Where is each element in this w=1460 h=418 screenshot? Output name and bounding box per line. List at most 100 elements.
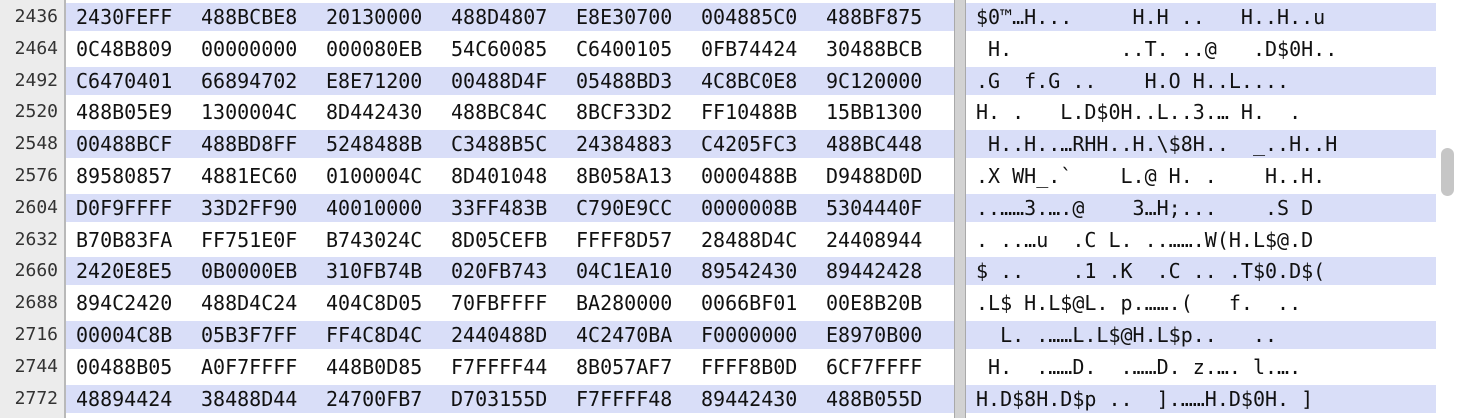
- hex-word[interactable]: 24384883: [576, 130, 701, 158]
- hex-word[interactable]: 00004C8B: [76, 321, 201, 349]
- hex-word[interactable]: FFFF8B0D: [701, 353, 826, 381]
- hex-word[interactable]: 4C2470BA: [576, 321, 701, 349]
- hex-word[interactable]: 9C120000: [826, 67, 951, 95]
- text-row[interactable]: .G f.G .. H.O H..L....: [976, 67, 1289, 95]
- hex-word[interactable]: 48894424: [76, 385, 201, 413]
- hex-word[interactable]: FF10488B: [701, 98, 826, 126]
- hex-word[interactable]: 2440488D: [451, 321, 576, 349]
- hex-word[interactable]: 05B3F7FF: [201, 321, 326, 349]
- hex-word[interactable]: 0C48B809: [76, 35, 201, 63]
- text-row[interactable]: $0™…H... H.H .. H..H..u: [976, 3, 1325, 31]
- hex-word[interactable]: A0F7FFFF: [201, 353, 326, 381]
- hex-word[interactable]: E8E30700: [576, 3, 701, 31]
- hex-row[interactable]: 2420E8E5 0B0000EB 310FB74B 020FB743 04C1EA10…: [76, 257, 951, 285]
- hex-word[interactable]: 89442428: [826, 257, 951, 285]
- hex-row[interactable]: C6470401 66894702 E8E71200 00488D4F 05488BD3…: [76, 67, 951, 95]
- hex-word[interactable]: 89580857: [76, 162, 201, 190]
- hex-word[interactable]: C3488B5C: [451, 130, 576, 158]
- text-row[interactable]: .X WH_.` L.@ H. . H..H.: [976, 162, 1325, 190]
- hex-word[interactable]: 020FB743: [451, 257, 576, 285]
- hex-word[interactable]: 4881EC60: [201, 162, 326, 190]
- hex-word[interactable]: 8D401048: [451, 162, 576, 190]
- hex-word[interactable]: 404C8D05: [326, 289, 451, 317]
- hex-word[interactable]: C790E9CC: [576, 194, 701, 222]
- hex-word[interactable]: 0000008B: [701, 194, 826, 222]
- text-row[interactable]: H. . L.D$0H..L..3.… H. .: [976, 98, 1301, 126]
- hex-word[interactable]: B70B83FA: [76, 226, 201, 254]
- hex-word[interactable]: 4C8BC0E8: [701, 67, 826, 95]
- hex-word[interactable]: 28488D4C: [701, 226, 826, 254]
- hex-word[interactable]: 894C2420: [76, 289, 201, 317]
- hex-row[interactable]: 00488BCF 488BD8FF 5248488B C3488B5C 24384883…: [76, 130, 951, 158]
- hex-word[interactable]: 488BC84C: [451, 98, 576, 126]
- hex-word[interactable]: 15BB1300: [826, 98, 951, 126]
- hex-word[interactable]: 488BD8FF: [201, 130, 326, 158]
- hex-word[interactable]: 24408944: [826, 226, 951, 254]
- hex-word[interactable]: 00488BCF: [76, 130, 201, 158]
- text-row[interactable]: H.D$8H.D$p .. ].……H.D$0H. ]: [976, 385, 1313, 413]
- hex-word[interactable]: F7FFFF44: [451, 353, 576, 381]
- hex-row[interactable]: 00004C8B 05B3F7FF FF4C8D4C 2440488D 4C2470BA…: [76, 321, 951, 349]
- text-row[interactable]: L. .……L.L$@H.L$p.. ..: [976, 321, 1277, 349]
- hex-word[interactable]: 1300004C: [201, 98, 326, 126]
- text-row[interactable]: .L$ H.L$@L. p.…….( f. ..: [976, 289, 1301, 317]
- pane-divider[interactable]: [954, 0, 966, 418]
- hex-word[interactable]: 2430FEFF: [76, 3, 201, 31]
- hex-row[interactable]: 89580857 4881EC60 0100004C 8D401048 8B058A13…: [76, 162, 951, 190]
- hex-row[interactable]: 488B05E9 1300004C 8D442430 488BC84C 8BCF33D2…: [76, 98, 951, 126]
- hex-word[interactable]: 8D442430: [326, 98, 451, 126]
- hex-row[interactable]: 894C2420 488D4C24 404C8D05 70FBFFFF BA280000…: [76, 289, 951, 317]
- hex-word[interactable]: 488BCBE8: [201, 3, 326, 31]
- scrollbar-track[interactable]: [1436, 0, 1460, 418]
- hex-word[interactable]: 2420E8E5: [76, 257, 201, 285]
- hex-word[interactable]: D9488D0D: [826, 162, 951, 190]
- hex-word[interactable]: C4205FC3: [701, 130, 826, 158]
- hex-word[interactable]: 89442430: [701, 385, 826, 413]
- hex-word[interactable]: 00E8B20B: [826, 289, 951, 317]
- hex-row[interactable]: 0C48B809 00000000 000080EB 54C60085 C6400105…: [76, 35, 951, 63]
- hex-word[interactable]: 0FB74424: [701, 35, 826, 63]
- hex-word[interactable]: 30488BCB: [826, 35, 951, 63]
- hex-word[interactable]: 0100004C: [326, 162, 451, 190]
- hex-pane[interactable]: 2430FEFF 488BCBE8 20130000 488D4807 E8E30700…: [66, 0, 954, 418]
- hex-word[interactable]: 000080EB: [326, 35, 451, 63]
- hex-word[interactable]: 89542430: [701, 257, 826, 285]
- hex-word[interactable]: 6CF7FFFF: [826, 353, 951, 381]
- hex-word[interactable]: 488D4807: [451, 3, 576, 31]
- hex-word[interactable]: BA280000: [576, 289, 701, 317]
- hex-row[interactable]: 2430FEFF 488BCBE8 20130000 488D4807 E8E30700…: [76, 3, 951, 31]
- hex-word[interactable]: F7FFFF48: [576, 385, 701, 413]
- hex-word[interactable]: 33FF483B: [451, 194, 576, 222]
- hex-word[interactable]: F0000000: [701, 321, 826, 349]
- hex-word[interactable]: 38488D44: [201, 385, 326, 413]
- hex-word[interactable]: 00000000: [201, 35, 326, 63]
- hex-word[interactable]: 8BCF33D2: [576, 98, 701, 126]
- hex-word[interactable]: 310FB74B: [326, 257, 451, 285]
- hex-word[interactable]: 70FBFFFF: [451, 289, 576, 317]
- hex-word[interactable]: 33D2FF90: [201, 194, 326, 222]
- hex-word[interactable]: E8E71200: [326, 67, 451, 95]
- hex-word[interactable]: 8B058A13: [576, 162, 701, 190]
- hex-word[interactable]: FF4C8D4C: [326, 321, 451, 349]
- hex-word[interactable]: 00488D4F: [451, 67, 576, 95]
- hex-word[interactable]: 05488BD3: [576, 67, 701, 95]
- text-row[interactable]: ..……3.….@ 3…H;... .S D: [976, 194, 1313, 222]
- text-row[interactable]: H. .……D. .……D. z.…. l.….: [976, 353, 1301, 381]
- hex-word[interactable]: 488BC448: [826, 130, 951, 158]
- text-row[interactable]: $ .. .1 .K .C .. .T$0.D$(: [976, 257, 1325, 285]
- hex-word[interactable]: 8D05CEFB: [451, 226, 576, 254]
- hex-word[interactable]: 20130000: [326, 3, 451, 31]
- hex-word[interactable]: FF751E0F: [201, 226, 326, 254]
- hex-word[interactable]: 004885C0: [701, 3, 826, 31]
- hex-word[interactable]: 24700FB7: [326, 385, 451, 413]
- scrollbar-thumb[interactable]: [1441, 148, 1454, 196]
- hex-row[interactable]: B70B83FA FF751E0F B743024C 8D05CEFB FFFF8D57…: [76, 226, 951, 254]
- hex-row[interactable]: 00488B05 A0F7FFFF 448B0D85 F7FFFF44 8B057AF7…: [76, 353, 951, 381]
- hex-word[interactable]: C6470401: [76, 67, 201, 95]
- hex-word[interactable]: 0000488B: [701, 162, 826, 190]
- hex-word[interactable]: 5304440F: [826, 194, 951, 222]
- hex-word[interactable]: 488B05E9: [76, 98, 201, 126]
- hex-word[interactable]: E8970B00: [826, 321, 951, 349]
- hex-word[interactable]: 54C60085: [451, 35, 576, 63]
- hex-word[interactable]: 66894702: [201, 67, 326, 95]
